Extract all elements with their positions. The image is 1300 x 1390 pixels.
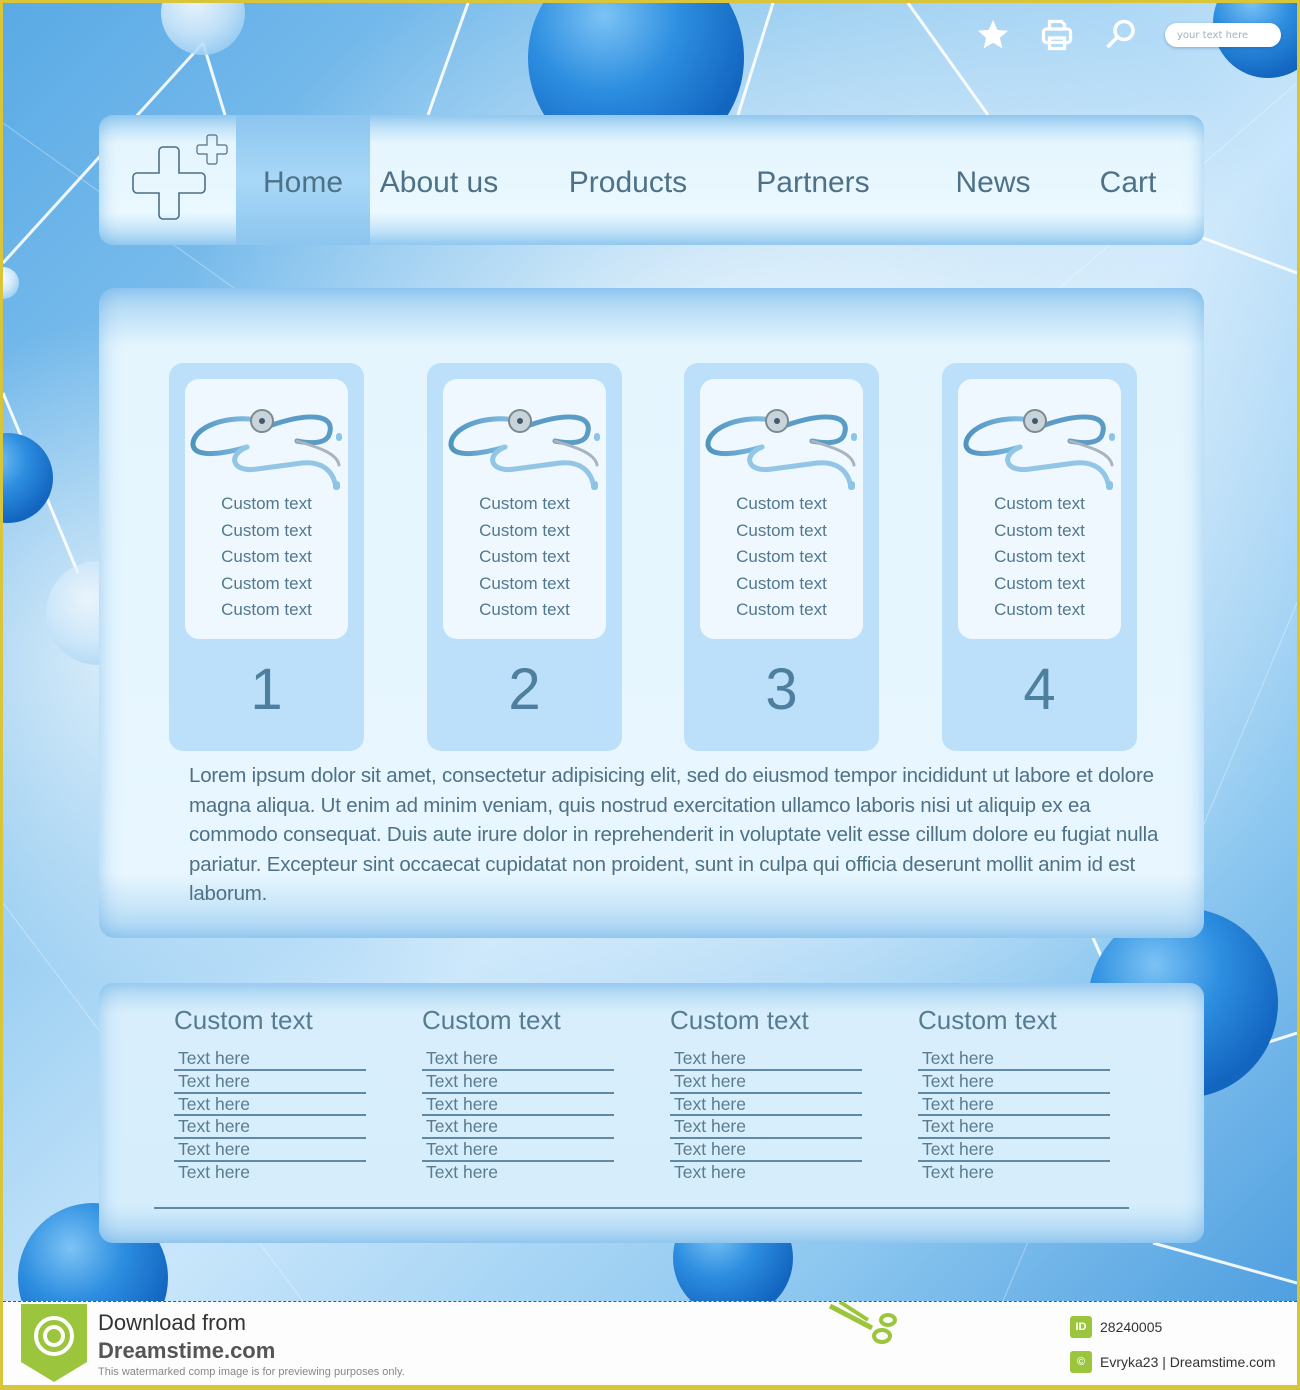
feature-card[interactable]: Custom text Custom text Custom text Custom … bbox=[684, 363, 879, 751]
page-background: Home About us Products Partners News Car… bbox=[3, 3, 1297, 1301]
nav-news[interactable]: News bbox=[878, 115, 1108, 245]
feature-card[interactable]: Custom text Custom text Custom text Custom … bbox=[942, 363, 1137, 751]
footer-column: Custom text Text here Text here Text here Te… bbox=[918, 1005, 1110, 1185]
card-content: Custom text Custom text Custom text Custom … bbox=[185, 379, 348, 639]
card-text-line: Custom text bbox=[479, 547, 570, 566]
copyright-icon: © bbox=[1070, 1351, 1092, 1373]
footer-link[interactable]: Text here bbox=[918, 1071, 1110, 1094]
footer-link[interactable]: Text here bbox=[918, 1139, 1110, 1162]
stethoscope-icon bbox=[705, 409, 857, 490]
footer-column-title: Custom text bbox=[174, 1005, 313, 1035]
footer-link[interactable]: Text here bbox=[918, 1094, 1110, 1117]
footer-link[interactable]: Text here bbox=[670, 1071, 862, 1094]
nav-about-us[interactable]: About us bbox=[370, 115, 508, 245]
search-input[interactable] bbox=[1165, 23, 1281, 47]
card-text-line: Custom text bbox=[994, 600, 1085, 619]
footer-link[interactable]: Text here bbox=[174, 1094, 366, 1117]
card-text-line: Custom text bbox=[221, 520, 312, 540]
card-text-line: Custom text bbox=[736, 573, 827, 593]
nav-home[interactable]: Home bbox=[236, 115, 370, 245]
footer-link[interactable]: Text here bbox=[422, 1116, 614, 1140]
credit-row: © Evryka23 | Dreamstime.com bbox=[1070, 1351, 1276, 1373]
footer-column-title: Custom text bbox=[918, 1005, 1057, 1035]
footer-link[interactable]: Text here bbox=[422, 1162, 614, 1185]
footer-link[interactable]: Text here bbox=[918, 1162, 1110, 1185]
search-icon[interactable] bbox=[1101, 15, 1141, 55]
stethoscope-icon bbox=[448, 409, 600, 490]
card-number: 1 bbox=[250, 657, 283, 722]
stethoscope-icon bbox=[963, 409, 1115, 490]
image-id: 28240005 bbox=[1100, 1319, 1163, 1335]
card-content: Custom text Custom text Custom text Custom … bbox=[443, 379, 606, 639]
footer-column: Custom text Text here Text here Text here Te… bbox=[174, 1005, 366, 1185]
footer-link[interactable]: Text here bbox=[422, 1048, 614, 1071]
feature-card[interactable]: Custom text Custom text Custom text Custom … bbox=[427, 363, 622, 751]
card-content: Custom text Custom text Custom text Custom … bbox=[958, 379, 1121, 639]
footer-link[interactable]: Text here bbox=[670, 1048, 862, 1071]
card-text-line: Custom text bbox=[479, 573, 570, 593]
footer-link[interactable]: Text here bbox=[670, 1116, 862, 1140]
nav-products[interactable]: Products bbox=[508, 115, 748, 245]
card-text-line: Custom text bbox=[994, 494, 1085, 513]
id-icon: ID bbox=[1070, 1316, 1092, 1338]
footer-link[interactable]: Text here bbox=[422, 1094, 614, 1117]
footer-column-title: Custom text bbox=[670, 1005, 809, 1035]
footer-link[interactable]: Text here bbox=[918, 1048, 1110, 1071]
content-panel: Custom text Custom text Custom text Custom … bbox=[99, 288, 1204, 938]
card-text-line: Custom text bbox=[736, 494, 827, 513]
card-text-line: Custom text bbox=[221, 547, 312, 566]
footer-link[interactable]: Text here bbox=[174, 1048, 366, 1071]
footer-column: Custom text Text here Text here Text here Te… bbox=[670, 1005, 862, 1185]
dreamstime-logo-icon bbox=[21, 1304, 87, 1382]
nav-cart[interactable]: Cart bbox=[1100, 115, 1157, 245]
main-navigation: Home About us Products Partners News Car… bbox=[99, 115, 1204, 245]
printer-icon[interactable] bbox=[1037, 15, 1077, 55]
scissors-icon bbox=[828, 1302, 897, 1344]
card-text-line: Custom text bbox=[736, 547, 827, 566]
footer-link[interactable]: Text here bbox=[918, 1116, 1110, 1140]
card-text-line: Custom text bbox=[479, 494, 570, 513]
card-text-line: Custom text bbox=[736, 520, 827, 540]
footer-link[interactable]: Text here bbox=[174, 1116, 366, 1140]
watermark-bar: Download from Dreamstime.com This waterm… bbox=[3, 1301, 1297, 1385]
medical-cross-logo[interactable] bbox=[121, 129, 236, 234]
card-content: Custom text Custom text Custom text Custom … bbox=[700, 379, 863, 639]
footer-link[interactable]: Text here bbox=[422, 1139, 614, 1162]
footer-column-title: Custom text bbox=[422, 1005, 561, 1035]
watermark-note: This watermarked comp image is for previ… bbox=[98, 1366, 405, 1378]
header-tools bbox=[973, 15, 1281, 55]
stethoscope-icon bbox=[190, 409, 342, 490]
footer-column: Custom text Text here Text here Text here Te… bbox=[422, 1005, 614, 1185]
watermark-title: Download from bbox=[98, 1310, 246, 1335]
card-text-line: Custom text bbox=[479, 520, 570, 540]
card-number: 3 bbox=[765, 657, 798, 722]
card-number: 4 bbox=[1023, 657, 1056, 722]
feature-card[interactable]: Custom text Custom text Custom text Custom … bbox=[169, 363, 364, 751]
footer-link[interactable]: Text here bbox=[670, 1162, 862, 1185]
card-text-line: Custom text bbox=[221, 494, 312, 513]
watermark-brand: Dreamstime.com bbox=[98, 1338, 276, 1363]
footer-link[interactable]: Text here bbox=[174, 1139, 366, 1162]
card-text-line: Custom text bbox=[994, 547, 1085, 566]
image-id-row: ID 28240005 bbox=[1070, 1316, 1162, 1338]
card-text-line: Custom text bbox=[736, 600, 827, 619]
card-text-line: Custom text bbox=[994, 520, 1085, 540]
star-icon[interactable] bbox=[973, 15, 1013, 55]
credit-text: Evryka23 | Dreamstime.com bbox=[1100, 1354, 1276, 1370]
footer-link[interactable]: Text here bbox=[670, 1139, 862, 1162]
footer-link[interactable]: Text here bbox=[174, 1162, 366, 1185]
card-text-line: Custom text bbox=[221, 573, 312, 593]
footer-link[interactable]: Text here bbox=[174, 1071, 366, 1094]
body-text: Lorem ipsum dolor sit amet, consectetur … bbox=[189, 764, 1159, 905]
nav-partners[interactable]: Partners bbox=[748, 115, 878, 245]
card-text-line: Custom text bbox=[994, 573, 1085, 593]
card-number: 2 bbox=[508, 657, 541, 722]
card-text-line: Custom text bbox=[479, 600, 570, 619]
footer-link[interactable]: Text here bbox=[422, 1071, 614, 1094]
footer-link[interactable]: Text here bbox=[670, 1094, 862, 1117]
footer-divider bbox=[154, 1207, 1129, 1209]
footer-panel: Custom text Text here Text here Text here Te… bbox=[99, 983, 1204, 1243]
card-text-line: Custom text bbox=[221, 600, 312, 619]
